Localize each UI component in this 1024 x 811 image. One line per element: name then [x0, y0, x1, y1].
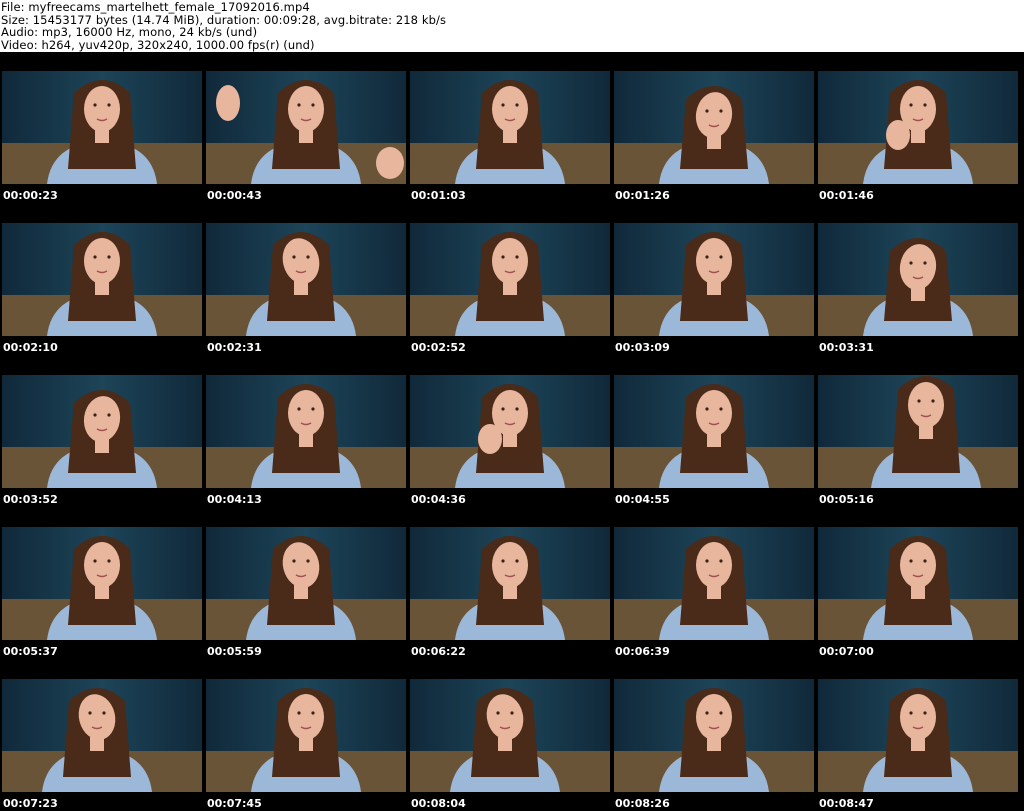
video-frame-image: [614, 71, 814, 184]
video-info-line: Video: h264, yuv420p, 320x240, 1000.00 f…: [1, 37, 315, 52]
timestamp-label: 00:02:31: [207, 341, 262, 354]
thumbnail: 00:03:31: [816, 204, 1020, 356]
thumbnail: 00:07:00: [816, 508, 1020, 660]
thumbnail: 00:02:10: [0, 204, 204, 356]
timestamp-label: 00:03:09: [615, 341, 670, 354]
thumbnail: 00:06:39: [612, 508, 816, 660]
video-frame-image: [206, 679, 406, 792]
timestamp-label: 00:08:26: [615, 797, 670, 810]
timestamp-label: 00:07:23: [3, 797, 58, 810]
video-frame-image: [2, 375, 202, 488]
timestamp-label: 00:00:23: [3, 189, 58, 202]
video-frame-image: [2, 223, 202, 336]
media-info-header: File: myfreecams_martelhett_female_17092…: [0, 0, 1024, 52]
video-frame-image: [410, 375, 610, 488]
thumbnail: 00:05:59: [204, 508, 408, 660]
video-frame-image: [818, 223, 1018, 336]
video-frame-image: [818, 375, 1018, 488]
thumbnail: 00:02:31: [204, 204, 408, 356]
thumbnail: 00:00:43: [204, 52, 408, 204]
timestamp-label: 00:05:16: [819, 493, 874, 506]
thumbnail: 00:04:55: [612, 356, 816, 508]
timestamp-label: 00:06:39: [615, 645, 670, 658]
thumbnail: 00:04:36: [408, 356, 612, 508]
thumbnail: 00:01:03: [408, 52, 612, 204]
video-frame-image: [2, 71, 202, 184]
video-frame-image: [410, 527, 610, 640]
thumbnail: 00:00:23: [0, 52, 204, 204]
timestamp-label: 00:02:10: [3, 341, 58, 354]
thumbnail: 00:03:52: [0, 356, 204, 508]
video-frame-image: [614, 223, 814, 336]
video-frame-image: [206, 223, 406, 336]
thumbnail: 00:06:22: [408, 508, 612, 660]
timestamp-label: 00:05:59: [207, 645, 262, 658]
video-frame-image: [818, 679, 1018, 792]
video-frame-image: [818, 71, 1018, 184]
file-name-line: File: myfreecams_martelhett_female_17092…: [1, 0, 310, 14]
thumbnail: 00:08:04: [408, 660, 612, 811]
video-frame-image: [818, 527, 1018, 640]
thumbnail: 00:03:09: [612, 204, 816, 356]
timestamp-label: 00:05:37: [3, 645, 58, 658]
thumbnail: 00:08:26: [612, 660, 816, 811]
timestamp-label: 00:08:04: [411, 797, 466, 810]
video-frame-image: [410, 223, 610, 336]
thumbnail: 00:05:16: [816, 356, 1020, 508]
timestamp-label: 00:02:52: [411, 341, 466, 354]
video-frame-image: [2, 527, 202, 640]
timestamp-label: 00:01:26: [615, 189, 670, 202]
timestamp-label: 00:04:13: [207, 493, 262, 506]
video-frame-image: [206, 375, 406, 488]
thumbnail: 00:05:37: [0, 508, 204, 660]
video-frame-image: [614, 679, 814, 792]
thumbnail: 00:01:26: [612, 52, 816, 204]
video-frame-image: [614, 375, 814, 488]
video-frame-image: [410, 71, 610, 184]
timestamp-label: 00:07:00: [819, 645, 874, 658]
thumbnail: 00:01:46: [816, 52, 1020, 204]
timestamp-label: 00:06:22: [411, 645, 466, 658]
thumbnail: 00:07:45: [204, 660, 408, 811]
thumbnail: 00:04:13: [204, 356, 408, 508]
timestamp-label: 00:04:55: [615, 493, 670, 506]
timestamp-label: 00:03:31: [819, 341, 874, 354]
thumbnail: 00:02:52: [408, 204, 612, 356]
video-frame-image: [410, 679, 610, 792]
audio-info-line: Audio: mp3, 16000 Hz, mono, 24 kb/s (und…: [1, 25, 258, 39]
timestamp-label: 00:01:46: [819, 189, 874, 202]
timestamp-label: 00:04:36: [411, 493, 466, 506]
timestamp-label: 00:07:45: [207, 797, 262, 810]
video-frame-image: [2, 679, 202, 792]
thumbnail: 00:08:47: [816, 660, 1020, 811]
timestamp-label: 00:08:47: [819, 797, 874, 810]
video-frame-image: [614, 527, 814, 640]
contact-sheet: File: myfreecams_martelhett_female_17092…: [0, 0, 1024, 811]
thumbnail: 00:07:23: [0, 660, 204, 811]
timestamp-label: 00:00:43: [207, 189, 262, 202]
timestamp-label: 00:01:03: [411, 189, 466, 202]
thumbnail-grid: 00:00:23 00:00:43 00:01:03 00:01:26 00:01:46…: [0, 52, 1024, 811]
timestamp-label: 00:03:52: [3, 493, 58, 506]
video-frame-image: [206, 71, 406, 184]
video-frame-image: [206, 527, 406, 640]
